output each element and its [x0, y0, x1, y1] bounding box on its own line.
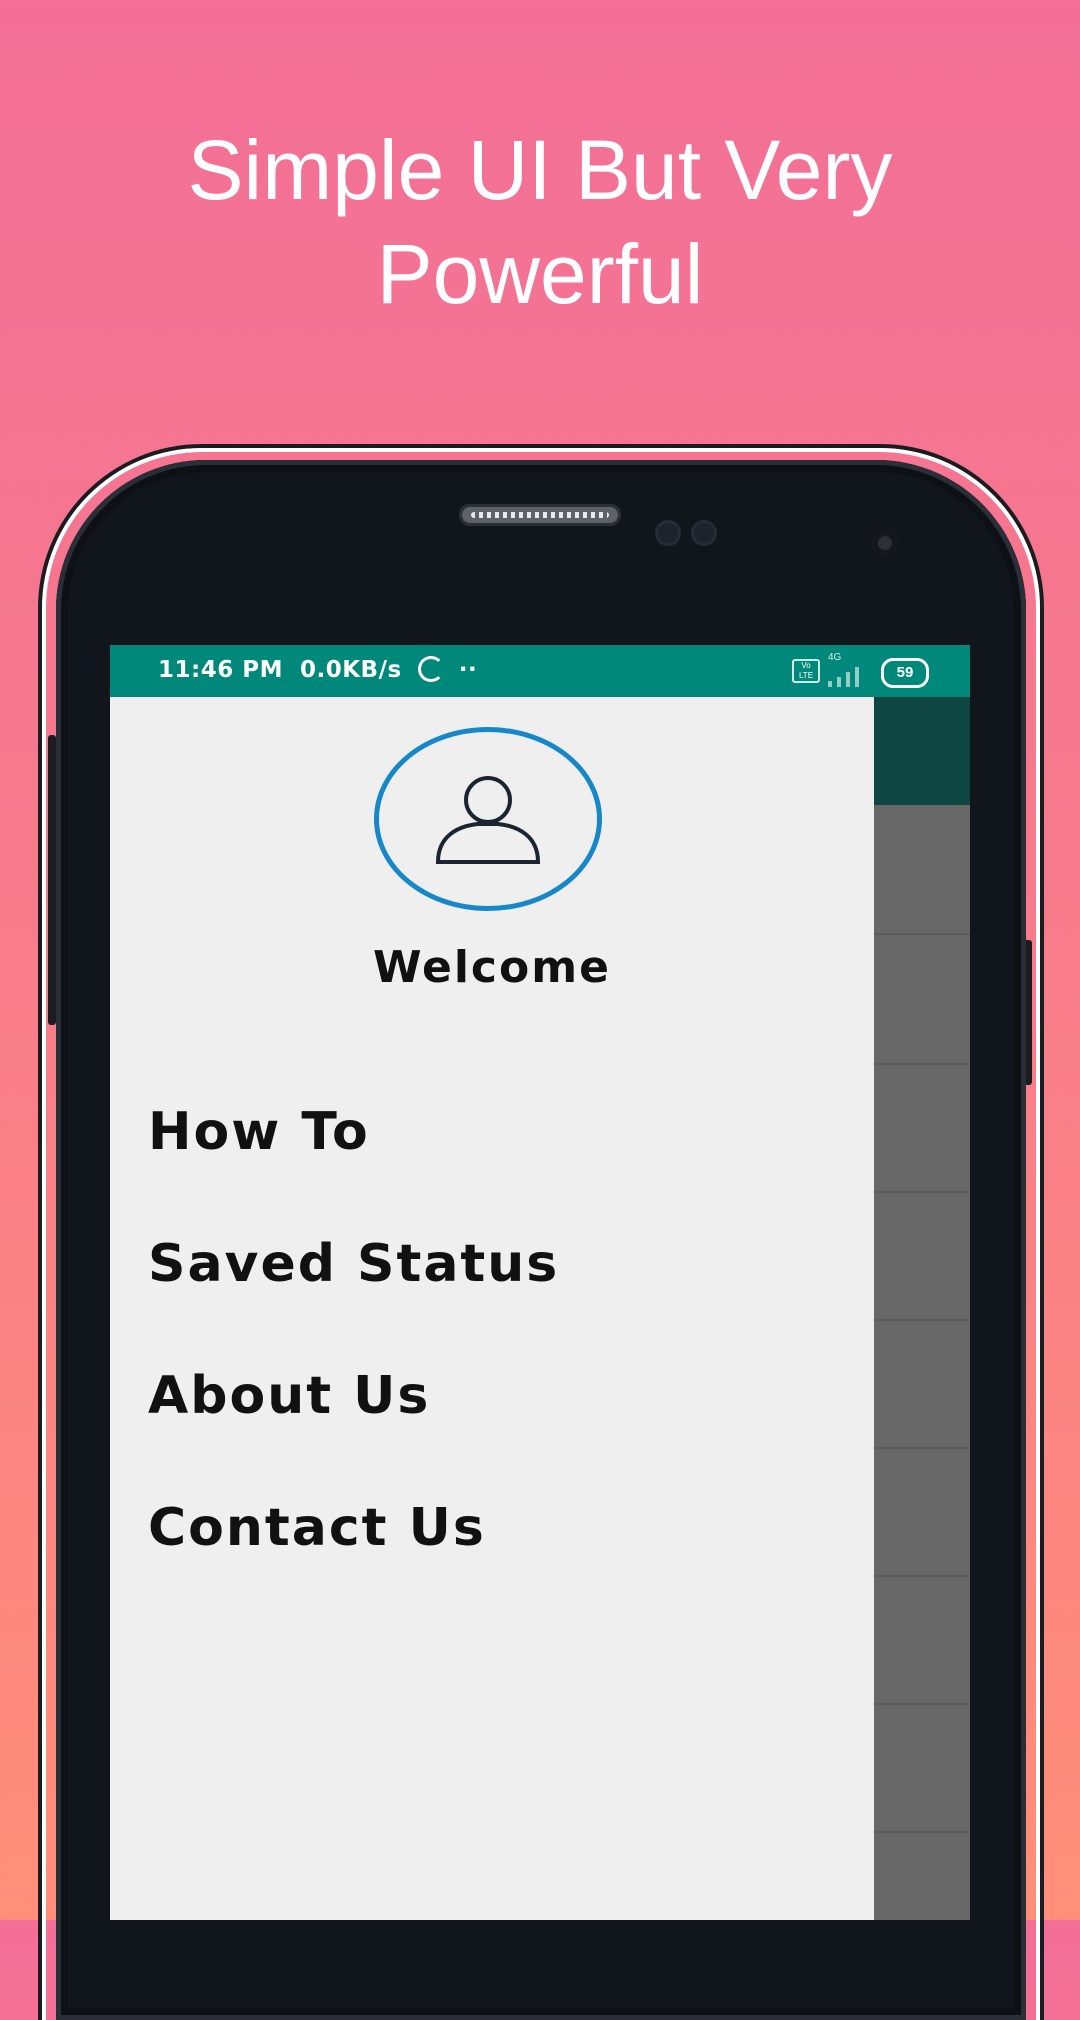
front-camera: [872, 530, 898, 556]
volte-icon: Vo LTE: [792, 659, 820, 683]
status-dots: ··: [458, 657, 478, 683]
menu-item-saved-status[interactable]: Saved Status: [148, 1234, 559, 1294]
status-left-group: 11:46 PM 0.0KB/s ··: [158, 656, 477, 683]
status-speed: 0.0KB/s: [299, 657, 402, 683]
welcome-label: Welcome: [373, 942, 611, 993]
menu-item-about-us[interactable]: About Us: [148, 1366, 430, 1426]
avatar[interactable]: [374, 727, 602, 911]
promo-title-line1: Simple UI But Very: [187, 123, 893, 217]
person-outline-icon: [435, 776, 541, 864]
phone-screen: 11:46 PM 0.0KB/s ·· Vo LTE 4G 59 44 28 0…: [110, 645, 970, 1920]
promo-title-line2: Powerful: [376, 227, 704, 321]
phone-sensor: [691, 520, 717, 546]
sync-icon: [418, 656, 445, 682]
status-bar: 11:46 PM 0.0KB/s ·· Vo LTE 4G 59: [110, 645, 970, 697]
signal-icon: [828, 665, 862, 687]
phone-speaker: [459, 504, 621, 526]
battery-icon: 59: [881, 658, 929, 688]
navigation-drawer: Welcome How To Saved Status About Us Con…: [110, 697, 874, 1920]
phone-sensor: [655, 520, 681, 546]
network-type: 4G: [828, 652, 842, 663]
promo-headline: Simple UI But Very Powerful: [0, 118, 1080, 326]
menu-item-contact-us[interactable]: Contact Us: [148, 1498, 486, 1558]
menu-item-how-to[interactable]: How To: [148, 1102, 370, 1162]
status-time: 11:46 PM: [158, 657, 283, 683]
